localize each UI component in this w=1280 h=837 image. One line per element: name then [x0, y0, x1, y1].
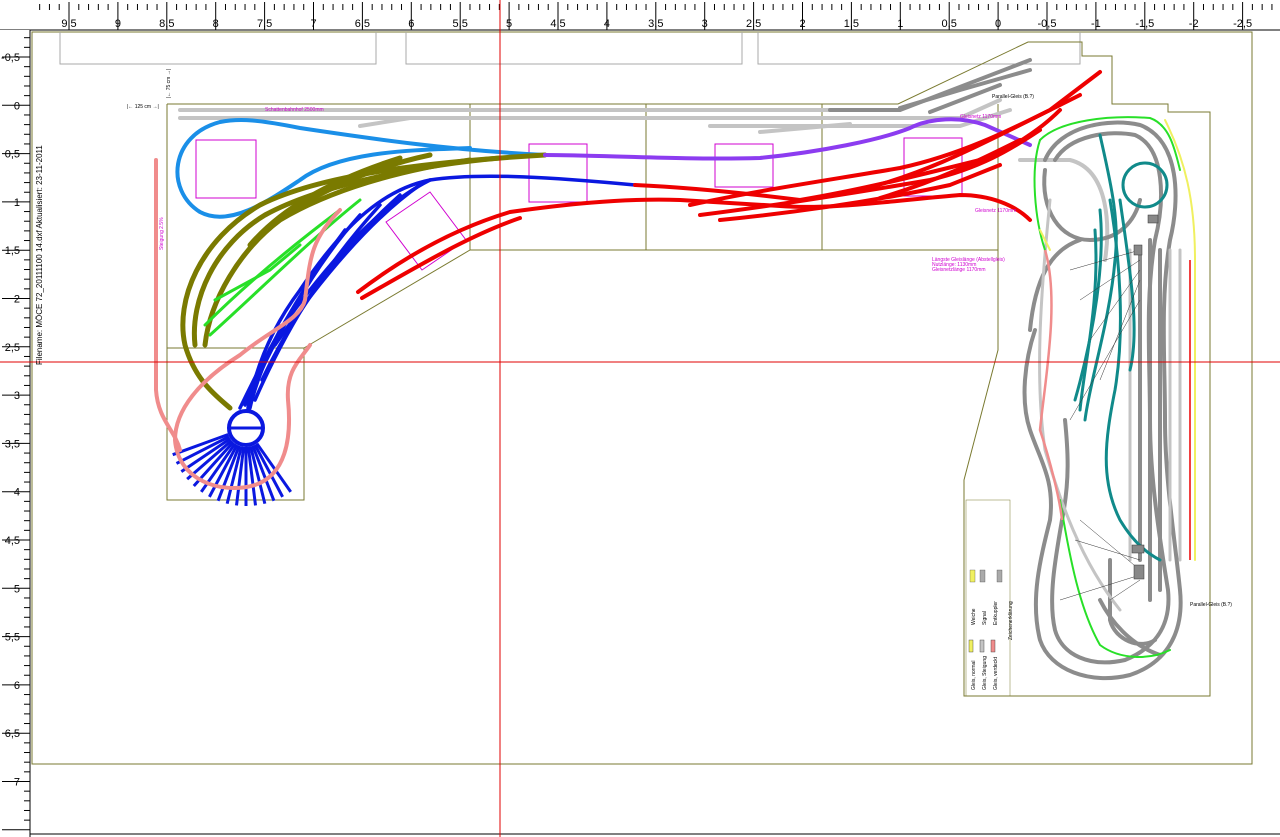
signal-1[interactable]: [1131, 544, 1145, 554]
top-ruler-label: 0,5: [942, 18, 957, 30]
gleisnetz-label-2: Gleisnetz 1170mm: [975, 208, 1016, 214]
legend-marker-3: [996, 569, 1003, 583]
window-mid: [405, 32, 743, 65]
top-ruler-label: 7: [310, 18, 316, 30]
top-ruler-label: 5,5: [453, 18, 468, 30]
top-ruler-label: -1,5: [1135, 18, 1154, 30]
left-ruler-label: -0,5: [1, 52, 20, 64]
legend: Zeichenerklärung Gleis, normal Gleis, St…: [965, 499, 1014, 697]
top-ruler-label: 7,5: [257, 18, 272, 30]
legend-marker-1: [969, 569, 976, 583]
structure-3: [714, 143, 774, 188]
file-title: Filename: MÖCE 72_20111100 14.dxf Aktual…: [35, 145, 44, 365]
left-ruler-label: 0,5: [5, 149, 20, 161]
left-ruler[interactable]: -0,5 0 0,5 1 1,5 2 2,5 3 3,5 4 4,5 5 5,5 6 6,5 7: [0, 30, 31, 837]
legend-item-6: Entkuppler: [993, 601, 999, 625]
top-ruler-label: -0,5: [1038, 18, 1057, 30]
structure-1: [195, 139, 257, 199]
top-ruler-label: -2,5: [1233, 18, 1252, 30]
left-ruler-label: 6,5: [5, 728, 20, 740]
left-ruler-label: 3: [14, 390, 20, 402]
parallel-top-label: Parallel-Gleis (B.?): [992, 94, 1034, 100]
legend-item-1: Gleis, normal: [971, 661, 977, 690]
left-ruler-label: 3,5: [5, 438, 20, 450]
left-ruler-label: 4,5: [5, 535, 20, 547]
top-ruler-label: 9,5: [61, 18, 76, 30]
signal-4[interactable]: [1133, 244, 1143, 256]
laengste-label-3: Gleisnetzlänge 1170mm: [932, 267, 986, 273]
top-ruler-label: 1: [897, 18, 903, 30]
left-ruler-label: 2: [14, 294, 20, 306]
top-ruler-label: -1: [1091, 18, 1101, 30]
legend-item-5: Signal: [982, 611, 988, 625]
signals[interactable]: [1131, 214, 1159, 580]
signal-2[interactable]: [1133, 564, 1145, 580]
dim-75-label: |← 75 cm →|: [166, 69, 172, 98]
top-ruler-label: 9: [115, 18, 121, 30]
track-olive[interactable]: [180, 152, 548, 411]
parallel-bot-label: Parallel-Gleis (B.?): [1190, 602, 1232, 608]
top-mag-label: Schattenbahnhof 2500mm: [265, 107, 324, 113]
legend-item-3: Gleis, verdeckt: [993, 656, 999, 690]
legend-swatch-2: [979, 639, 985, 653]
top-ruler-label: 4: [604, 18, 610, 30]
top-ruler-label: 1,5: [844, 18, 859, 30]
top-ruler-label: 6: [408, 18, 414, 30]
legend-item-4: Weiche: [971, 608, 977, 625]
top-ruler-label: 0: [995, 18, 1001, 30]
gleisnetz-label-1: Gleisnetz 1170mm: [960, 114, 1001, 120]
left-ruler-label: 1: [14, 197, 20, 209]
legend-swatch-1: [968, 639, 974, 653]
track-yellow[interactable]: [1039, 119, 1196, 561]
top-ruler-label: 6,5: [355, 18, 370, 30]
top-ruler-label: 4,5: [550, 18, 565, 30]
legend-swatch-3: [990, 639, 996, 653]
track-plan-canvas[interactable]: 9,5 9 8,5 8 7,5 7 6,5 6 5,5 5 4,5 4 3,5 3 2,5 2 1,5 1 0,5 0…: [0, 0, 1280, 837]
window-left: [59, 32, 377, 65]
left-ruler-label: 5: [14, 583, 20, 595]
top-ruler-label: 3,5: [648, 18, 663, 30]
left-ruler-label: 1,5: [5, 245, 20, 257]
left-ruler-label: 5,5: [5, 632, 20, 644]
steig-left-label: Steigung 2.5%: [159, 217, 165, 250]
legend-title: Zeichenerklärung: [1008, 601, 1014, 640]
track-light-blue[interactable]: [175, 118, 547, 219]
top-ruler[interactable]: 9,5 9 8,5 8 7,5 7 6,5 6 5,5 5 4,5 4 3,5 3 2,5 2 1,5 1 0,5 0…: [0, 0, 1280, 31]
signal-3[interactable]: [1147, 214, 1159, 224]
left-ruler-label: 0: [14, 100, 20, 112]
top-ruler-label: 8,5: [159, 18, 174, 30]
dim-125-label: |← 125 cm →|: [127, 104, 159, 110]
top-ruler-label: 2: [799, 18, 805, 30]
top-ruler-label: -2: [1189, 18, 1199, 30]
top-ruler-label: 2,5: [746, 18, 761, 30]
left-ruler-label: 7: [14, 777, 20, 789]
left-ruler-label: 6: [14, 680, 20, 692]
top-ruler-label: 8: [213, 18, 219, 30]
left-ruler-label: 2,5: [5, 342, 20, 354]
legend-marker-2: [979, 569, 986, 583]
wiring-lines: [1059, 249, 1141, 601]
top-ruler-label: 3: [702, 18, 708, 30]
top-ruler-label: 5: [506, 18, 512, 30]
legend-item-2: Gleis, Steigung: [982, 656, 988, 690]
top-ruler-bg: [0, 0, 1280, 30]
left-ruler-label: 4: [14, 487, 20, 499]
